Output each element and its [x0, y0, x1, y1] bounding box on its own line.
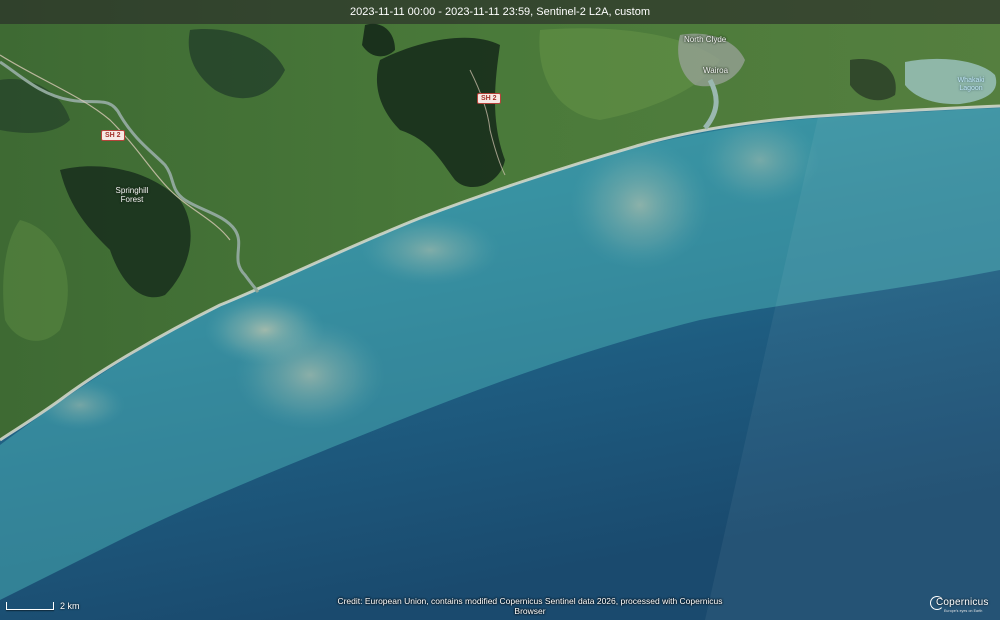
place-label-line: Lagoon	[959, 85, 983, 92]
scale-bar-label: 2 km	[60, 601, 80, 611]
scale-bar-line	[6, 602, 54, 610]
place-label-line: Forest	[120, 195, 144, 204]
copernicus-logo-word: Copernicus	[936, 597, 989, 608]
road-shield-sh2: SH 2	[477, 93, 501, 104]
place-label-line: Springhill	[115, 186, 149, 195]
place-label-springhill-forest: Springhill Forest	[112, 186, 152, 204]
map-viewport[interactable]: 2023-11-11 00:00 - 2023-11-11 23:59, Sen…	[0, 0, 1000, 620]
scale-bar: 2 km	[6, 600, 80, 614]
sediment-plume	[235, 320, 385, 430]
place-label-wairoa: Wairoa	[703, 66, 729, 75]
copernicus-logo-tagline: Europe's eyes on Earth	[944, 609, 983, 613]
place-label-line: Whakaki	[957, 77, 985, 84]
date-range-title: 2023-11-11 00:00 - 2023-11-11 23:59, Sen…	[0, 0, 1000, 24]
attribution-credit: Credit: European Union, contains modifie…	[337, 596, 723, 616]
place-label-whakaki-lagoon: Whakaki Lagoon	[954, 77, 988, 93]
place-label-north-clyde: North Clyde	[684, 35, 727, 44]
road-shield-sh2: SH 2	[101, 130, 125, 141]
copernicus-logo[interactable]: Copernicus Europe's eyes on Earth	[930, 596, 988, 616]
